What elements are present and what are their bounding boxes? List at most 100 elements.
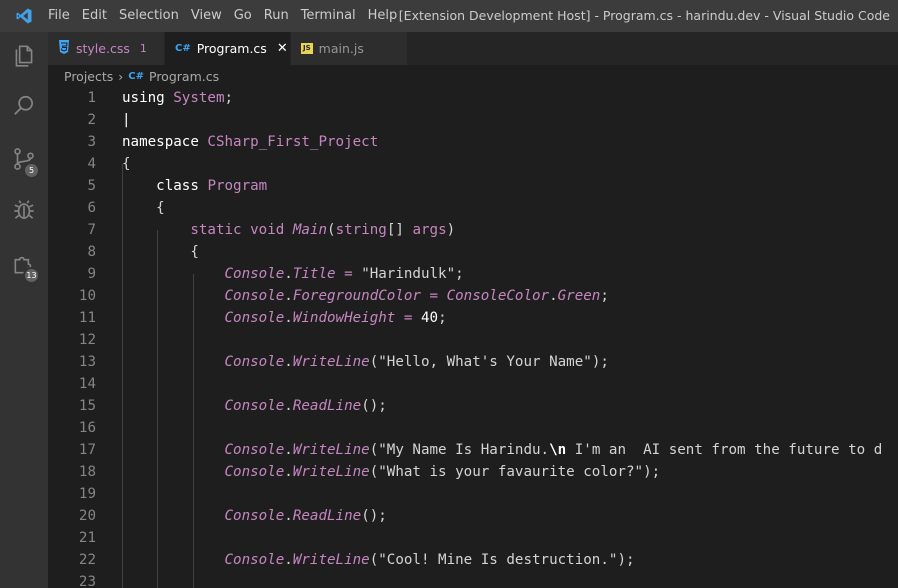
code-text: class Program	[156, 178, 268, 194]
tab-label: main.js	[318, 41, 364, 56]
menu-run[interactable]: Run	[258, 0, 295, 32]
chevron-right-icon: ›	[118, 68, 124, 84]
csharp-file-icon: C#	[128, 70, 144, 82]
breadcrumb: Projects › C# Program.cs	[48, 65, 898, 87]
code-line[interactable]: 7 static void Main(string[] args)	[48, 219, 898, 241]
source-control-icon[interactable]: 5	[0, 135, 48, 183]
code-text: using System;	[122, 90, 234, 106]
code-text: namespace CSharp_First_Project	[122, 134, 379, 150]
line-number: 3	[87, 134, 96, 150]
line-number: 18	[78, 464, 96, 480]
tab-label: Program.cs	[196, 41, 267, 56]
line-number: 6	[87, 200, 96, 216]
tab-bar: style.css 1 C# Program.cs ✕ JS main.js	[48, 32, 898, 65]
code-line[interactable]: 6 {	[48, 197, 898, 219]
tab-program-cs[interactable]: C# Program.cs ✕	[165, 32, 291, 65]
code-text: Console.WriteLine("Hello, What's Your Na…	[224, 354, 609, 370]
line-number: 7	[87, 222, 96, 238]
menu-help[interactable]: Help	[362, 0, 404, 32]
code-line[interactable]: 17 Console.WriteLine("My Name Is Harindu…	[48, 439, 898, 461]
css-file-icon	[58, 40, 70, 57]
title-bar: File Edit Selection View Go Run Terminal…	[0, 0, 898, 32]
breadcrumb-file[interactable]: Program.cs	[149, 69, 219, 84]
menu-edit[interactable]: Edit	[76, 0, 113, 32]
code-line[interactable]: 3 namespace CSharp_First_Project	[48, 131, 898, 153]
js-file-icon: JS	[301, 43, 313, 54]
code-text: {	[122, 200, 165, 216]
tab-main-js[interactable]: JS main.js	[291, 32, 408, 65]
code-line[interactable]: 13 Console.WriteLine("Hello, What's Your…	[48, 351, 898, 373]
menu-selection[interactable]: Selection	[113, 0, 185, 32]
menu-view[interactable]: View	[185, 0, 228, 32]
code-text: Console.ForegroundColor = ConsoleColor.G…	[224, 288, 609, 304]
line-number: 21	[78, 530, 96, 546]
code-text: |	[122, 112, 131, 128]
code-line[interactable]: 9 Console.Title = "Harindulk";	[48, 263, 898, 285]
line-number: 15	[78, 398, 96, 414]
code-line[interactable]: 10 Console.ForegroundColor = ConsoleColo…	[48, 285, 898, 307]
code-line[interactable]: 18 Console.WriteLine("What is your favau…	[48, 461, 898, 483]
code-line[interactable]: 16	[48, 417, 898, 439]
code-line[interactable]: 23	[48, 571, 898, 588]
line-number: 19	[78, 486, 96, 502]
code-text: Console.WriteLine("My Name Is Harindu.\n…	[224, 442, 883, 458]
problems-count: 1	[139, 42, 147, 55]
code-line[interactable]: 20 Console.ReadLine();	[48, 505, 898, 527]
code-line[interactable]: 19	[48, 483, 898, 505]
code-editor[interactable]: 1 using System; 2 | 3 namespace CSharp_First_…	[48, 87, 898, 588]
code-text: Console.WriteLine("Cool! Mine Is destruc…	[224, 552, 635, 568]
code-text: Console.Title = "Harindulk";	[224, 266, 464, 282]
menu-bar: File Edit Selection View Go Run Terminal…	[48, 0, 403, 32]
code-text: Console.WriteLine("What is your favaurit…	[224, 464, 661, 480]
code-line[interactable]: 14	[48, 373, 898, 395]
extensions-badge: 13	[23, 267, 40, 284]
tab-style-css[interactable]: style.css 1	[48, 32, 165, 65]
explorer-icon[interactable]	[0, 32, 48, 80]
code-text: Console.WindowHeight = 40;	[224, 310, 447, 326]
code-text: {	[122, 244, 199, 260]
close-icon[interactable]: ✕	[277, 41, 288, 56]
line-number: 9	[87, 266, 96, 282]
code-line[interactable]: 5 class Program	[48, 175, 898, 197]
tab-label: style.css	[76, 41, 130, 56]
code-line[interactable]: 21	[48, 527, 898, 549]
code-text: Console.ReadLine();	[224, 398, 387, 414]
csharp-file-icon: C#	[175, 43, 191, 54]
line-number: 5	[87, 178, 96, 194]
line-number: 23	[78, 574, 96, 588]
code-line[interactable]: 8 {	[48, 241, 898, 263]
line-number: 16	[78, 420, 96, 436]
window-title: [Extension Development Host] - Program.c…	[398, 8, 890, 23]
line-number: 17	[78, 442, 96, 458]
menu-file[interactable]: File	[48, 0, 76, 32]
line-number: 11	[78, 310, 96, 326]
code-line[interactable]: 11 Console.WindowHeight = 40;	[48, 307, 898, 329]
line-number: 2	[87, 112, 96, 128]
code-text: Console.ReadLine();	[224, 508, 387, 524]
line-number: 4	[87, 156, 96, 172]
code-line[interactable]: 4{	[48, 153, 898, 175]
line-number: 13	[78, 354, 96, 370]
line-number: 12	[78, 332, 96, 348]
code-line[interactable]: 1 using System;	[48, 87, 898, 109]
code-line[interactable]: 2 |	[48, 109, 898, 131]
extensions-icon[interactable]: 13	[0, 240, 48, 288]
search-icon[interactable]	[0, 82, 48, 130]
code-text: static void Main(string[] args)	[190, 222, 456, 238]
code-line[interactable]: 12	[48, 329, 898, 351]
menu-terminal[interactable]: Terminal	[295, 0, 362, 32]
breadcrumb-folder[interactable]: Projects	[64, 69, 113, 84]
line-number: 22	[78, 552, 96, 568]
vscode-logo-icon[interactable]	[0, 0, 48, 32]
line-number: 8	[87, 244, 96, 260]
activity-bar: 5 13	[0, 32, 48, 588]
source-control-badge: 5	[23, 162, 40, 179]
line-number: 20	[78, 508, 96, 524]
line-number: 1	[87, 90, 96, 106]
code-line[interactable]: 22 Console.WriteLine("Cool! Mine Is dest…	[48, 549, 898, 571]
line-number: 14	[78, 376, 96, 392]
code-line[interactable]: 15 Console.ReadLine();	[48, 395, 898, 417]
menu-go[interactable]: Go	[228, 0, 258, 32]
debug-icon[interactable]	[0, 186, 48, 234]
code-text: {	[122, 156, 131, 172]
